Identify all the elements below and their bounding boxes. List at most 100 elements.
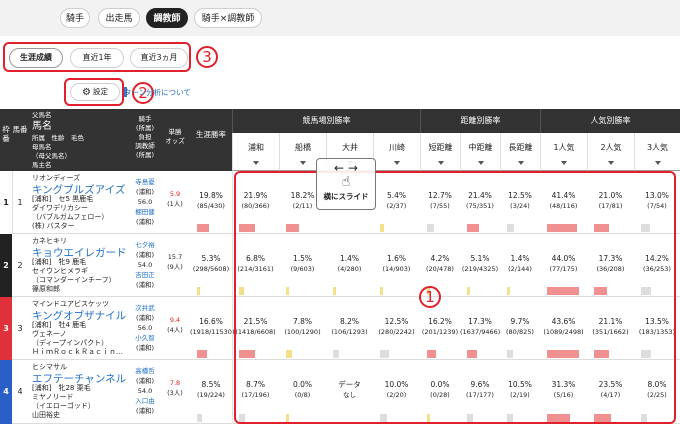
jockey-link[interactable]: 高橋哲	[130, 366, 160, 376]
win-rate-bar	[197, 350, 208, 358]
header-dam: 母馬名	[32, 143, 52, 151]
weight: 56.0	[137, 324, 153, 332]
win-rate-bar	[197, 287, 201, 295]
trainer-aff: (浦和)	[135, 281, 155, 289]
jockey-aff: (浦和)	[135, 377, 155, 385]
win-rate-bar	[197, 224, 210, 232]
weight: 54.0	[137, 261, 153, 269]
career-win-rate: 8.5% (19/224)	[190, 380, 232, 400]
jockey-link[interactable]: 七夕裕	[130, 240, 160, 250]
slide-arrows: ← →	[334, 161, 358, 175]
sort-down-icon	[437, 161, 444, 165]
header-waku: 枠番	[2, 125, 10, 143]
sort-down-icon	[561, 161, 567, 165]
sort-header-urawa[interactable]: 浦和	[232, 133, 279, 171]
career-win-rate: 16.6% (1918/11530)	[190, 317, 235, 337]
trainer-aff: (浦和)	[135, 218, 155, 226]
popularity: (9人)	[167, 263, 183, 271]
header-damsire: （母父馬名）	[32, 152, 71, 160]
jockey-cell: 寺島憂 (浦和) 56.0 棚田健 (浦和)	[130, 177, 160, 227]
jockey-aff: (浦和)	[135, 314, 155, 322]
highlight-box-settings	[64, 78, 124, 106]
uma-cell: 3	[17, 324, 23, 333]
trainer-aff: (浦和)	[135, 344, 155, 352]
sort-header-short[interactable]: 短距離	[420, 133, 460, 171]
trainer-link[interactable]: 小久智	[130, 333, 160, 343]
win-rate: 19.8%	[199, 191, 223, 200]
owner-name: 篠原和郎	[32, 285, 60, 293]
win-count: (1918/11530)	[190, 328, 235, 336]
win-rate: 5.3%	[201, 254, 221, 263]
waku-cell: 2	[0, 234, 12, 297]
tab-jockey[interactable]: 騎手	[60, 8, 90, 28]
owner-name: (株) バスター	[32, 222, 75, 230]
turn-analysis-label: ターン分析について	[124, 88, 191, 97]
sort-down-icon	[654, 161, 661, 165]
tab-horse[interactable]: 出走馬	[98, 8, 140, 28]
trainer-link[interactable]: 吉田正	[130, 270, 160, 280]
marker-one: 1	[419, 286, 441, 308]
win-rate: 16.6%	[199, 317, 223, 326]
turn-analysis-link[interactable]: ターン分析について	[124, 87, 191, 98]
header-group-popularity: 人気別勝率	[540, 109, 680, 133]
sort-header-middle[interactable]: 中距離	[460, 133, 500, 171]
trainer-link[interactable]: 入口由	[130, 396, 160, 406]
career-win-rate: 19.8% (85/430)	[190, 191, 232, 211]
odds-cell: 7.8 (3人)	[162, 378, 188, 398]
win-rate: 8.5%	[201, 380, 221, 389]
header-affiliation: 所属 性齢 毛色	[32, 134, 84, 142]
highlight-box-subtabs	[3, 42, 191, 72]
header-uma: 馬番	[12, 125, 28, 134]
odds-value: 5.9	[169, 190, 181, 198]
popularity: (4人)	[167, 326, 183, 334]
header-owner: 馬主名	[32, 161, 52, 169]
sort-header-pop2[interactable]: 2人気	[587, 133, 634, 171]
slide-hint: ← → ☝ 横にスライド	[316, 158, 376, 210]
header-group-venue: 競馬場別勝率	[232, 109, 420, 133]
odds-cell: 5.9 (1人)	[162, 189, 188, 209]
sort-down-icon	[394, 161, 400, 165]
hand-pointer-icon: ☝	[341, 174, 351, 190]
popularity: (1人)	[167, 200, 183, 208]
sort-header-long[interactable]: 長距離	[500, 133, 540, 171]
odds-value: 15.7	[167, 253, 183, 261]
win-count: (298/5608)	[192, 265, 230, 273]
header-career: 生涯勝率	[196, 130, 226, 139]
header-sire: 父馬名	[32, 111, 52, 119]
trainer-link[interactable]: 棚田健	[130, 207, 160, 217]
slide-hint-label: 横にスライド	[323, 192, 369, 201]
header-odds: 単勝 オッズ	[165, 128, 185, 145]
career-win-rate: 5.3% (298/5608)	[190, 254, 232, 274]
link-accent-bar	[124, 87, 127, 97]
weight: 54.0	[137, 387, 153, 395]
uma-cell: 1	[17, 198, 23, 207]
waku-cell: 4	[0, 360, 12, 424]
popularity: (3人)	[167, 389, 183, 397]
jockey-link[interactable]: 次井武	[130, 303, 160, 313]
win-count: (19/224)	[197, 391, 225, 399]
jockey-link[interactable]: 寺島憂	[130, 177, 160, 187]
tab-trainer[interactable]: 調教師	[146, 8, 188, 28]
header-jockey: 騎手 (所属) 負担 調教師 (所属)	[135, 115, 155, 159]
sort-down-icon	[477, 161, 484, 165]
uma-cell: 2	[17, 261, 23, 270]
sort-header-pop3[interactable]: 3人気	[634, 133, 680, 171]
header-group-distance: 距離別勝率	[420, 109, 540, 133]
sort-down-icon	[608, 161, 614, 165]
sort-down-icon	[253, 161, 259, 165]
trainer-aff: (浦和)	[135, 407, 155, 415]
odds-value: 9.4	[169, 316, 181, 324]
jockey-cell: 高橋哲 (浦和) 54.0 入口由 (浦和)	[130, 366, 160, 416]
win-count: (85/430)	[197, 202, 225, 210]
sort-header-pop1[interactable]: 1人気	[540, 133, 587, 171]
odds-cell: 9.4 (4人)	[162, 315, 188, 335]
highlight-box-stats	[234, 171, 676, 424]
tab-jockey-trainer[interactable]: 騎手×調教師	[194, 8, 262, 28]
sort-header-kawasaki[interactable]: 川崎	[373, 133, 420, 171]
sort-down-icon	[517, 161, 524, 165]
jockey-aff: (浦和)	[135, 251, 155, 259]
odds-cell: 15.7 (9人)	[162, 252, 188, 272]
owner-name: 山田裕史	[32, 411, 60, 419]
sort-down-icon	[300, 161, 306, 165]
owner-name: ＨｉｍＲｏｃｋＲａｃｉｎ…	[32, 348, 123, 356]
